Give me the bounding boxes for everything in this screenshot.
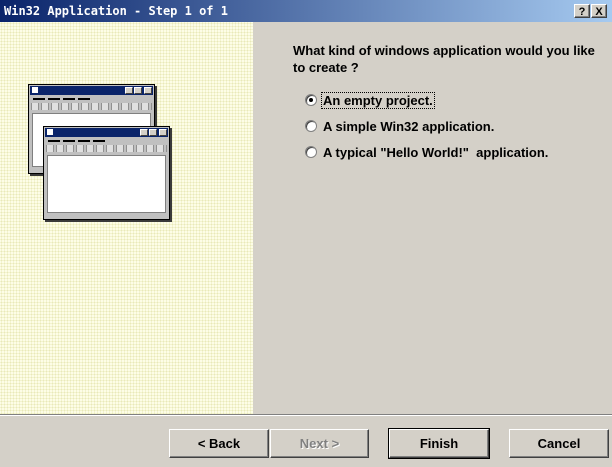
- footer-separator: [0, 414, 612, 416]
- title-bar[interactable]: Win32 Application - Step 1 of 1 ? X: [0, 0, 612, 22]
- option-hello-world[interactable]: A typical "Hello World!" application.: [305, 143, 549, 161]
- option-label-empty-project[interactable]: An empty project.: [321, 91, 435, 109]
- radio-simple-win32[interactable]: [305, 120, 317, 132]
- options-panel: What kind of windows application would y…: [253, 22, 612, 414]
- back-button[interactable]: < Back: [169, 429, 269, 458]
- option-label-hello-world[interactable]: A typical "Hello World!" application.: [322, 145, 549, 160]
- illustration-window-front-icon: [43, 126, 170, 220]
- help-button[interactable]: ?: [574, 4, 590, 18]
- wizard-illustration-panel: [0, 22, 253, 414]
- option-simple-win32[interactable]: A simple Win32 application.: [305, 117, 495, 135]
- close-button[interactable]: X: [591, 4, 607, 18]
- radio-hello-world[interactable]: [305, 146, 317, 158]
- next-button[interactable]: Next >: [270, 429, 369, 458]
- option-empty-project[interactable]: An empty project.: [305, 91, 435, 109]
- finish-button[interactable]: Finish: [388, 428, 490, 459]
- cancel-button[interactable]: Cancel: [509, 429, 609, 458]
- window-title: Win32 Application - Step 1 of 1: [4, 4, 228, 18]
- question-text: What kind of windows application would y…: [293, 43, 595, 75]
- option-label-simple-win32[interactable]: A simple Win32 application.: [322, 119, 495, 134]
- radio-empty-project[interactable]: [305, 94, 317, 106]
